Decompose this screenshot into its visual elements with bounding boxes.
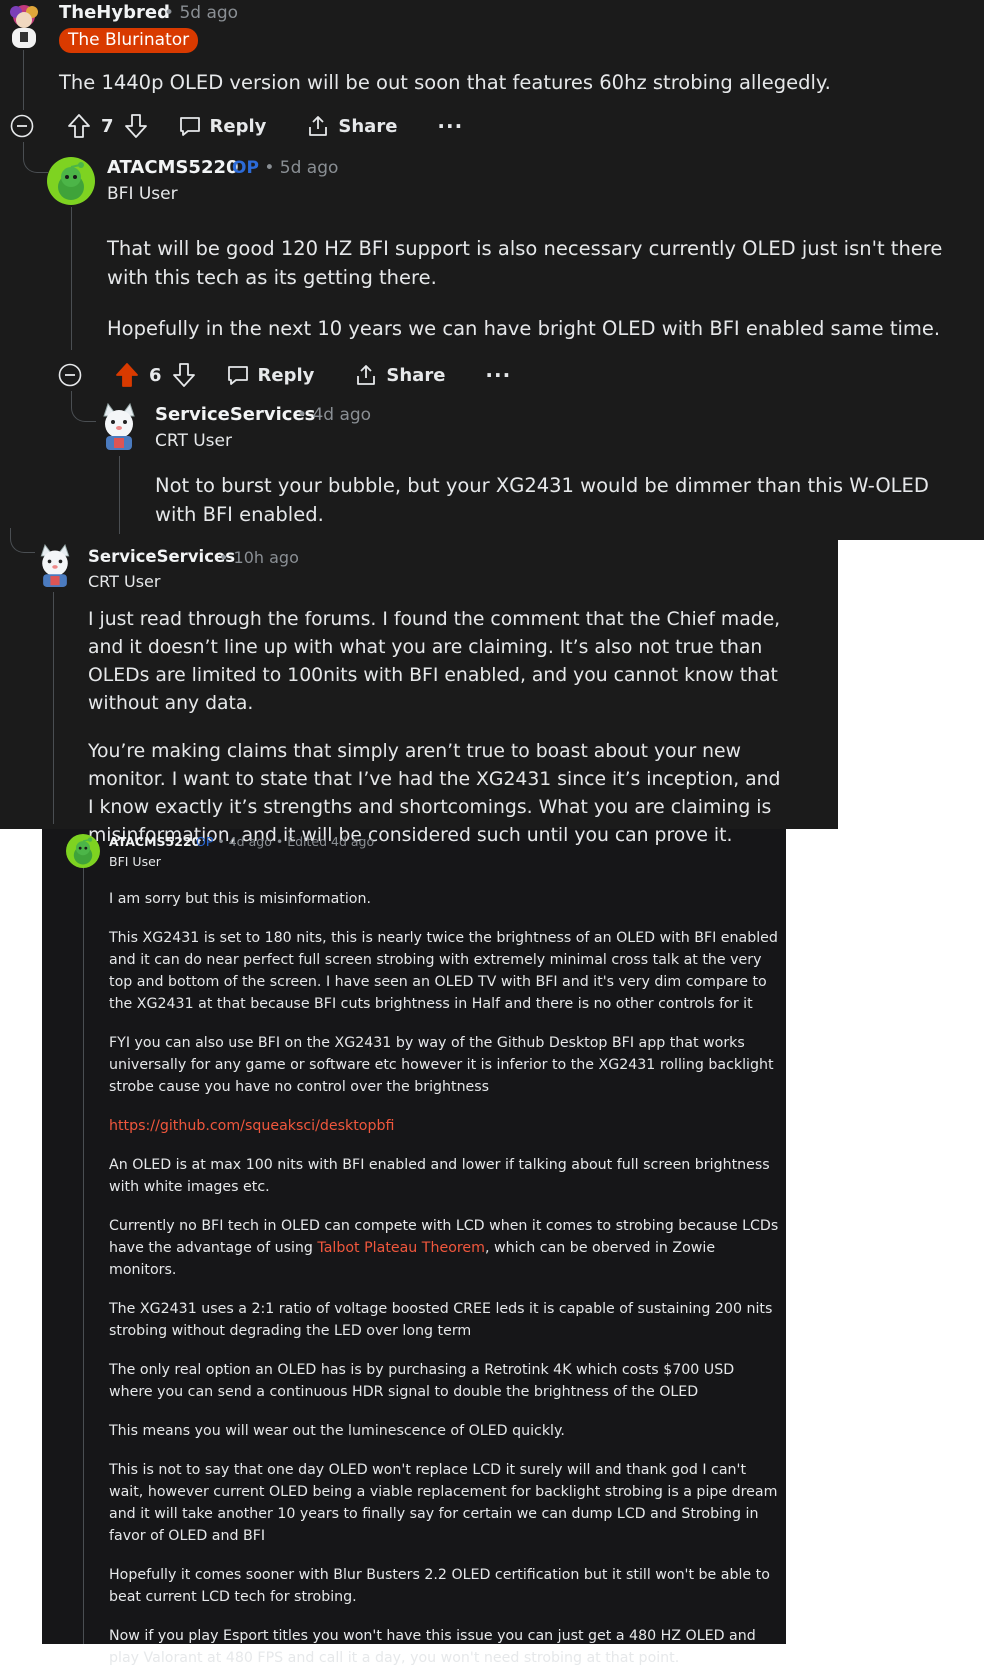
share-icon <box>357 365 376 385</box>
comment-paragraph: FYI you can also use BFI on the XG2431 b… <box>109 1035 774 1095</box>
talbot-plateau-link[interactable]: Talbot Plateau Theorem <box>317 1240 485 1256</box>
comment-paragraph: Hopefully in the next 10 years we can ha… <box>107 317 941 340</box>
username[interactable]: ATACMS5220 <box>109 834 200 849</box>
comment-timestamp[interactable]: • 5d ago <box>164 3 238 23</box>
comment-body: That will be good 120 HZ BFI support is … <box>107 234 947 343</box>
downvote-icon[interactable] <box>172 362 196 388</box>
upvote-icon-active[interactable] <box>115 362 139 388</box>
comment-paragraph: This means you will wear out the lumines… <box>109 1423 565 1439</box>
comment-paragraph: Now if you play Esport titles you won't … <box>109 1628 756 1666</box>
username[interactable]: ATACMS5220 <box>107 157 239 178</box>
meta-separator: • <box>275 834 284 849</box>
comment-timestamp[interactable]: • 4d ago <box>297 405 371 425</box>
snoo-avatar-icon <box>58 162 84 200</box>
time-ago: 4d ago <box>312 405 372 425</box>
time-ago: 10h ago <box>233 548 299 567</box>
time-ago: 5d ago <box>179 3 239 23</box>
reply-label: Reply <box>209 115 267 137</box>
reply-label: Reply <box>257 364 315 386</box>
share-label: Share <box>338 115 398 137</box>
comment-meta[interactable]: OP • 5d ago <box>232 158 338 178</box>
time-ago: 5d ago <box>279 158 339 178</box>
username[interactable]: TheHybred <box>59 2 170 23</box>
thread-line[interactable] <box>119 456 120 534</box>
cat-avatar-icon <box>40 544 70 587</box>
user-flair-badge: The Blurinator <box>59 28 199 53</box>
share-icon <box>309 116 328 136</box>
collapse-icon[interactable] <box>10 114 34 138</box>
meta-separator: • <box>217 834 225 849</box>
avatar[interactable] <box>47 157 95 205</box>
comment-paragraph: This XG2431 is set to 180 nits, this is … <box>109 930 778 1012</box>
comment-paragraph: An OLED is at max 100 nits with BFI enab… <box>109 1157 770 1195</box>
time-ago: 4d ago <box>228 834 272 849</box>
snoo-avatar-icon <box>73 837 93 865</box>
meta-separator: • <box>264 158 275 178</box>
avatar[interactable] <box>96 402 142 452</box>
share-label: Share <box>386 364 446 386</box>
thread-line-curve <box>10 528 35 553</box>
username[interactable]: ServiceServices <box>155 404 315 425</box>
comment-body: I just read through the forums. I found … <box>88 606 788 850</box>
avatar[interactable] <box>34 542 76 590</box>
thread-line[interactable] <box>83 866 84 1644</box>
username[interactable]: ServiceServices <box>88 547 235 566</box>
comment-timestamp[interactable]: • 10h ago <box>219 548 299 567</box>
comment-action-bar: 6 Reply Share ··· <box>58 359 511 391</box>
user-flair: BFI User <box>109 854 161 869</box>
share-button[interactable]: Share <box>354 363 445 387</box>
cat-avatar-icon <box>103 402 135 450</box>
avatar[interactable] <box>66 834 100 868</box>
thread-line[interactable] <box>53 592 54 824</box>
user-flair: CRT User <box>88 572 161 591</box>
comment-paragraph: This is not to say that one day OLED won… <box>109 1462 778 1544</box>
comment-body: I am sorry but this is misinformation. T… <box>109 888 779 1669</box>
reply-button[interactable]: Reply <box>226 363 315 387</box>
op-badge: OP <box>196 834 214 849</box>
reply-button[interactable]: Reply <box>178 114 267 138</box>
downvote-icon[interactable] <box>124 113 148 139</box>
comment-paragraph: I am sorry but this is misinformation. <box>109 891 371 907</box>
thread-line-curve <box>23 142 48 173</box>
vote-count: 7 <box>101 115 114 137</box>
thread-line[interactable] <box>71 207 72 350</box>
comment-body: Not to burst your bubble, but your XG243… <box>155 471 955 529</box>
github-link[interactable]: https://github.com/squeaksci/desktopbfi <box>109 1118 394 1134</box>
upvote-icon[interactable] <box>67 113 91 139</box>
more-options-button[interactable]: ··· <box>485 363 511 387</box>
vote-count: 6 <box>149 364 162 386</box>
meta-separator: • <box>219 548 229 567</box>
comment-paragraph: Not to burst your bubble, but your XG243… <box>155 474 929 526</box>
user-avatar-icon <box>10 5 38 48</box>
user-flair: BFI User <box>107 184 178 204</box>
avatar[interactable] <box>2 2 46 50</box>
share-button[interactable]: Share <box>306 114 397 138</box>
thread-line[interactable] <box>23 50 24 110</box>
op-badge: OP <box>232 158 259 178</box>
collapse-icon[interactable] <box>58 363 82 387</box>
comment-paragraph: The XG2431 uses a 2:1 ratio of voltage b… <box>109 1301 773 1339</box>
comment-action-bar: 7 Reply Share ··· <box>10 110 463 142</box>
comment-paragraph: I just read through the forums. I found … <box>88 609 781 714</box>
meta-separator: • <box>297 405 308 425</box>
comment-icon <box>227 366 248 385</box>
comment-meta[interactable]: OP • 4d ago • Edited 4d ago <box>196 834 374 849</box>
comment-icon <box>179 117 200 136</box>
more-options-button[interactable]: ··· <box>437 114 463 138</box>
user-flair: CRT User <box>155 431 232 451</box>
comment-paragraph: Currently no BFI tech in OLED can compet… <box>109 1215 779 1281</box>
edited-label: Edited 4d ago <box>287 834 375 849</box>
comment-paragraph: That will be good 120 HZ BFI support is … <box>107 237 943 289</box>
comment-paragraph: The only real option an OLED has is by p… <box>109 1362 735 1400</box>
meta-separator: • <box>164 3 175 23</box>
thread-line-curve <box>71 391 96 422</box>
comment-paragraph: Hopefully it comes sooner with Blur Bust… <box>109 1567 770 1605</box>
comment-body: The 1440p OLED version will be out soon … <box>59 68 959 97</box>
comment-paragraph: The 1440p OLED version will be out soon … <box>59 71 831 94</box>
